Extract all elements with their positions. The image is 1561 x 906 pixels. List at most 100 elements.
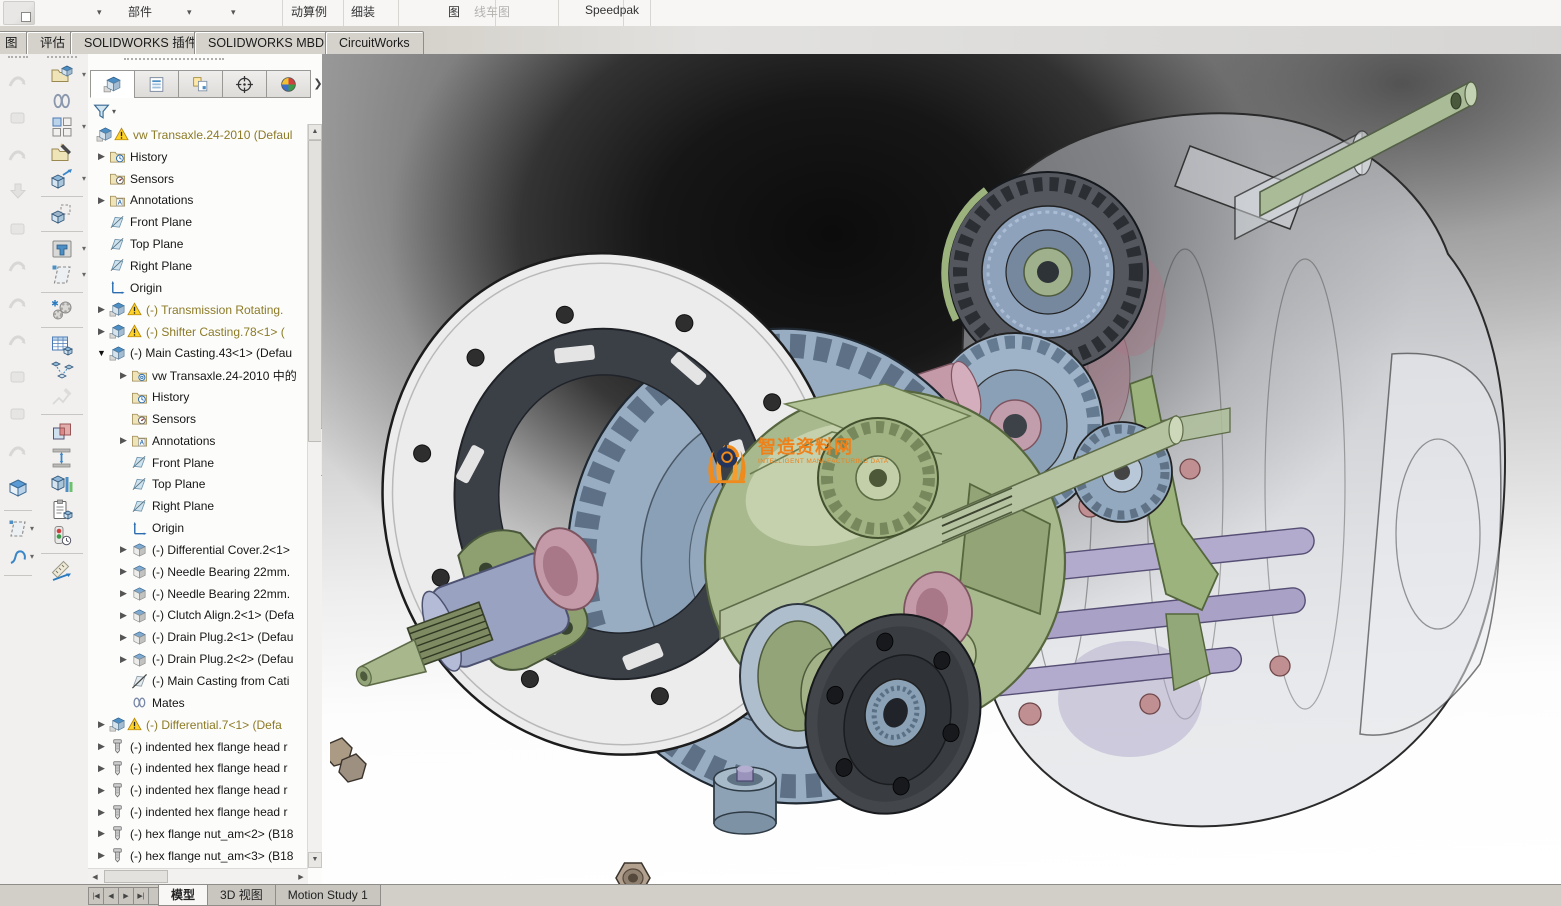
bill-of-materials-button[interactable] (36, 332, 88, 358)
reference-geometry-button[interactable]: ▾ (36, 262, 88, 288)
command-tab-solidworks-mbd[interactable]: SOLIDWORKS MBD (194, 31, 338, 54)
tree-item-annotations[interactable]: ▶Annotations (88, 190, 308, 212)
filter-funnel-icon[interactable] (92, 102, 111, 121)
tree-item-top-plane[interactable]: Top Plane (88, 233, 308, 255)
tree-expand-arrow[interactable]: ▶ (94, 151, 109, 162)
model-3d-vw-transaxle[interactable] (330, 54, 1561, 884)
smart-fasteners-button[interactable] (36, 140, 88, 166)
ribbon-dropdown-arrow[interactable]: ▾ (231, 7, 236, 18)
ribbon-button-部件[interactable]: 部件 (128, 3, 152, 20)
tree-expand-arrow[interactable]: ▶ (94, 763, 109, 774)
tree-item-history[interactable]: History (88, 386, 308, 408)
mate-button[interactable] (36, 88, 88, 114)
insert-components-button[interactable]: ▾ (36, 62, 88, 88)
tree-expand-arrow[interactable]: ▶ (94, 326, 109, 337)
ribbon-button-动算例[interactable]: 动算例 (291, 3, 327, 20)
tree-item-sensors[interactable]: Sensors (88, 408, 308, 430)
exploded-view-button[interactable] (36, 358, 88, 384)
tree-item-drain-plug-2-2-defau[interactable]: ▶(-) Drain Plug.2<2> (Defau (88, 648, 308, 670)
tree-item-sensors[interactable]: Sensors (88, 168, 308, 190)
tree-item-indented-hex-flange-head-r[interactable]: ▶(-) indented hex flange head r (88, 801, 308, 823)
command-tab-solidworks-插件[interactable]: SOLIDWORKS 插件 (70, 31, 211, 54)
tab-nav-button-1[interactable]: ◀ (103, 887, 119, 905)
reference-geometry-dropdown-arrow[interactable]: ▾ (30, 524, 34, 533)
assembly-features-dropdown-arrow[interactable]: ▾ (82, 244, 86, 253)
tab-displaymanager[interactable] (266, 70, 311, 98)
ribbon-button-speedpak[interactable]: Speedpak (585, 3, 639, 17)
assemblyxpert-button[interactable] (36, 523, 88, 549)
tree-item-annotations[interactable]: ▶Annotations (88, 430, 308, 452)
tree-expand-arrow[interactable]: ▶ (94, 304, 109, 315)
tree-item-drain-plug-2-1-defau[interactable]: ▶(-) Drain Plug.2<1> (Defau (88, 626, 308, 648)
boundary-boss-button[interactable] (0, 469, 36, 506)
tree-item-vw-transaxle-24-2010-defaul[interactable]: vw Transaxle.24-2010 (Defaul (88, 124, 308, 146)
tree-item-differential-cover-2-1[interactable]: ▶(-) Differential Cover.2<1> (88, 539, 308, 561)
scroll-left-button[interactable]: ◀ (88, 873, 102, 881)
tree-expand-arrow[interactable]: ▶ (116, 544, 131, 555)
panel-grip[interactable] (124, 58, 224, 62)
tab-nav-button-0[interactable]: |◀ (88, 887, 104, 905)
tree-item-differential-7-1-defa[interactable]: ▶(-) Differential.7<1> (Defa (88, 714, 308, 736)
tree-item-mates[interactable]: Mates (88, 692, 308, 714)
curves-button[interactable]: ▾ (0, 543, 36, 571)
scroll-thumb[interactable] (308, 140, 322, 442)
tab-propertymanager[interactable] (134, 70, 179, 98)
move-component-dropdown-arrow[interactable]: ▾ (82, 174, 86, 183)
tree-expand-arrow[interactable]: ▶ (94, 785, 109, 796)
tree-expand-arrow[interactable]: ▶ (116, 370, 131, 381)
tree-expand-arrow[interactable]: ▶ (116, 610, 131, 621)
tree-expand-arrow[interactable]: ▶ (116, 632, 131, 643)
measure-button[interactable] (36, 558, 88, 584)
doc-tab-3d-视图[interactable]: 3D 视图 (207, 885, 276, 906)
show-hidden-components-button[interactable] (36, 201, 88, 227)
tree-item-hex-flange-nut-am-2-b18[interactable]: ▶(-) hex flange nut_am<2> (B18 (88, 823, 308, 845)
tree-item-right-plane[interactable]: Right Plane (88, 495, 308, 517)
ribbon-dropdown-arrow[interactable]: ▾ (187, 7, 192, 18)
command-tab-circuitworks[interactable]: CircuitWorks (325, 31, 424, 54)
interference-detection-button[interactable] (36, 419, 88, 445)
ribbon-button-细装[interactable]: 细装 (351, 3, 375, 20)
tree-item-shifter-casting-78-1[interactable]: ▶(-) Shifter Casting.78<1> ( (88, 321, 308, 343)
tree-item-origin[interactable]: Origin (88, 277, 308, 299)
tree-expand-arrow[interactable]: ▶ (94, 741, 109, 752)
scroll-down-button[interactable]: ▼ (308, 852, 322, 868)
tree-expand-arrow[interactable]: ▶ (94, 850, 109, 861)
tree-item-vw-transaxle-24-2010-中的[interactable]: ▶vw Transaxle.24-2010 中的 (88, 364, 308, 386)
tab-nav-button-3[interactable]: ▶| (133, 887, 149, 905)
move-component-button[interactable]: ▾ (36, 166, 88, 192)
tree-expand-arrow[interactable]: ▶ (116, 435, 131, 446)
ribbon-dropdown-arrow[interactable]: ▾ (97, 7, 102, 18)
toolbar-grip[interactable] (47, 56, 77, 60)
toolbar-grip[interactable] (8, 56, 28, 60)
ribbon-partial-icon[interactable] (3, 1, 35, 25)
scroll-thumb[interactable] (104, 870, 168, 883)
tree-item-history[interactable]: ▶History (88, 146, 308, 168)
tree-expand-arrow[interactable]: ▶ (116, 566, 131, 577)
tree-item-front-plane[interactable]: Front Plane (88, 452, 308, 474)
tree-expand-arrow[interactable]: ▶ (116, 588, 131, 599)
tree-expand-arrow[interactable]: ▶ (94, 719, 109, 730)
tree-expand-arrow[interactable]: ▶ (116, 654, 131, 665)
graphics-area[interactable]: 智造资料网 INTELLIGENT MANUFACTURING DATA (322, 54, 1561, 884)
reference-geometry-button[interactable]: ▾ (0, 515, 36, 543)
new-motion-study-button[interactable] (36, 297, 88, 323)
tree-item-main-casting-43-1-defau[interactable]: ▼(-) Main Casting.43<1> (Defau (88, 342, 308, 364)
tree-item-front-plane[interactable]: Front Plane (88, 211, 308, 233)
tree-item-transmission-rotating[interactable]: ▶(-) Transmission Rotating. (88, 299, 308, 321)
ribbon-button-图[interactable]: 图 (448, 3, 460, 20)
tree-horizontal-scrollbar[interactable]: ◀ ▶ (88, 868, 308, 884)
insert-components-dropdown-arrow[interactable]: ▾ (82, 70, 86, 79)
linear-component-pattern-dropdown-arrow[interactable]: ▾ (82, 122, 86, 131)
tab-configurationmanager[interactable] (178, 70, 223, 98)
tree-item-origin[interactable]: Origin (88, 517, 308, 539)
tree-expand-arrow[interactable]: ▶ (94, 828, 109, 839)
scroll-up-button[interactable]: ▲ (308, 124, 322, 140)
tree-item-main-casting-from-cati[interactable]: (-) Main Casting from Cati (88, 670, 308, 692)
tab-dimxpertmanager[interactable] (222, 70, 267, 98)
tab-nav-button-2[interactable]: ▶ (118, 887, 134, 905)
tree-expand-arrow[interactable]: ▼ (94, 348, 109, 358)
clearance-verification-button[interactable] (36, 445, 88, 471)
tree-item-clutch-align-2-1-defa[interactable]: ▶(-) Clutch Align.2<1> (Defa (88, 605, 308, 627)
tree-item-indented-hex-flange-head-r[interactable]: ▶(-) indented hex flange head r (88, 779, 308, 801)
filter-dropdown-arrow[interactable]: ▾ (112, 107, 116, 116)
